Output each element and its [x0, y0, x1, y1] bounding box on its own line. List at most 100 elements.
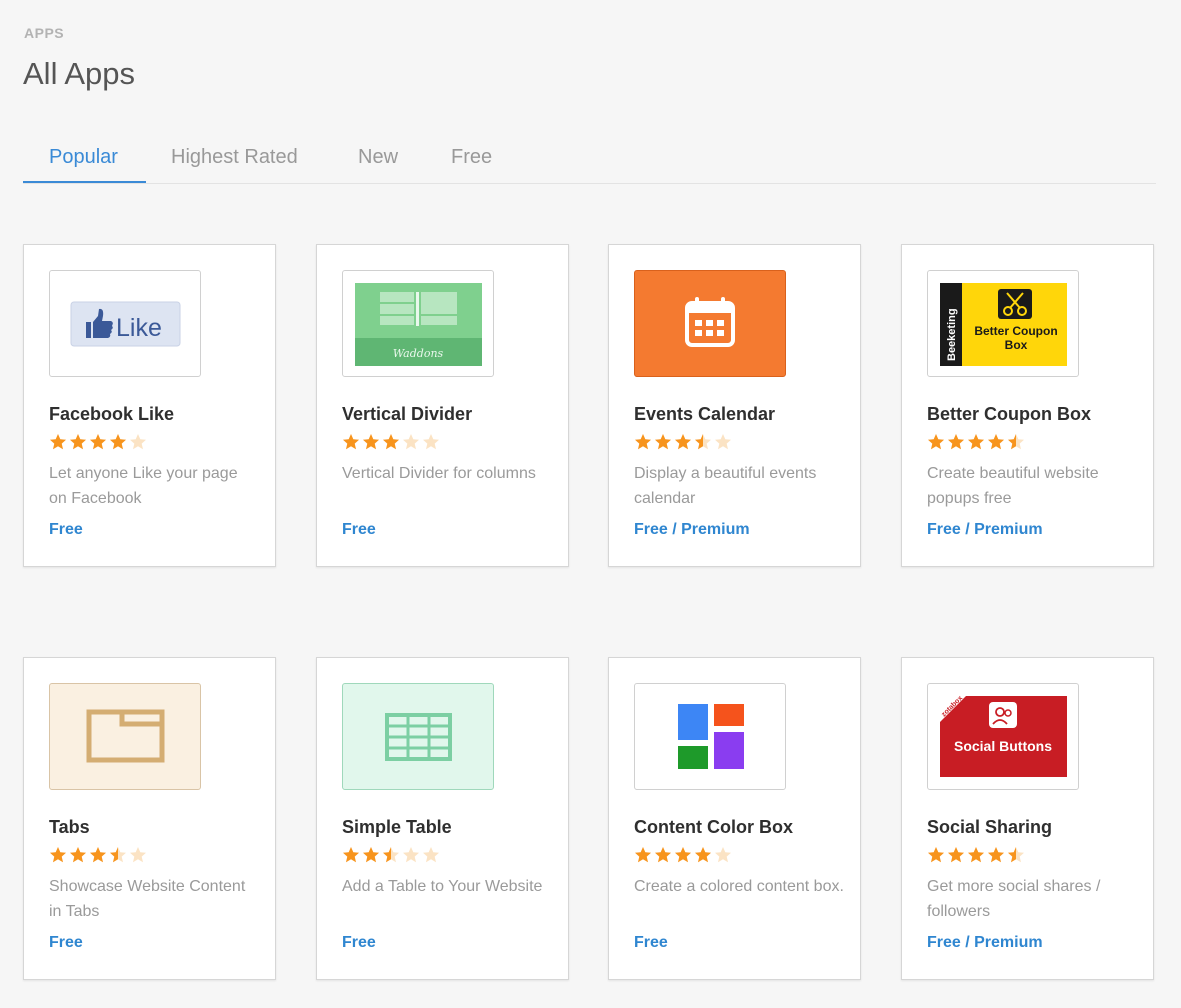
star-icon	[655, 434, 671, 450]
star-icon	[635, 434, 651, 450]
page-title: All Apps	[23, 56, 136, 91]
app-card[interactable]: Content Color Box Create a colored conte…	[608, 657, 861, 980]
star-icon	[70, 434, 86, 450]
star-icon	[1008, 847, 1024, 863]
tab-popular[interactable]: Popular	[49, 132, 118, 182]
app-card[interactable]: Events Calendar Display a beautiful even…	[608, 244, 861, 567]
star-icon	[383, 434, 399, 450]
tabs-icon	[86, 709, 165, 763]
star-icon	[988, 434, 1004, 450]
facebook-like-logo-icon: Like	[70, 301, 181, 347]
app-name[interactable]: Vertical Divider	[342, 404, 472, 425]
app-name[interactable]: Content Color Box	[634, 817, 793, 838]
star-icon	[695, 434, 711, 450]
star-icon	[70, 847, 86, 863]
app-name[interactable]: Social Sharing	[927, 817, 1052, 838]
app-thumbnail: Waddons	[342, 270, 494, 377]
star-icon	[383, 847, 399, 863]
rating-stars	[634, 846, 734, 864]
app-card[interactable]: Beeketing Better Coupon Box Better Coupo…	[901, 244, 1154, 567]
rating-stars	[49, 846, 149, 864]
table-grid-icon	[385, 713, 452, 761]
star-icon	[130, 847, 146, 863]
stars-svg	[343, 434, 439, 450]
svg-text:Social Buttons: Social Buttons	[954, 738, 1052, 754]
star-icon	[715, 847, 731, 863]
star-icon	[403, 847, 419, 863]
stars-svg	[50, 434, 146, 450]
app-price: Free / Premium	[927, 934, 1043, 951]
svg-text:Like: Like	[116, 314, 162, 342]
app-thumbnail	[634, 270, 786, 377]
star-icon	[363, 847, 379, 863]
star-icon	[928, 847, 944, 863]
rating-stars	[342, 846, 442, 864]
star-icon	[635, 847, 651, 863]
social-buttons-icon: zotabox Social Buttons	[940, 695, 1067, 777]
star-icon	[928, 434, 944, 450]
star-icon	[948, 847, 964, 863]
app-card[interactable]: Like Facebook Like Let anyone Like your …	[23, 244, 276, 567]
stars-svg	[635, 847, 731, 863]
app-description: Showcase Website Content in Tabs	[49, 878, 246, 920]
tab-new[interactable]: New	[358, 132, 398, 182]
app-description: Get more social shares / followers	[927, 878, 1101, 920]
stars-svg	[635, 434, 731, 450]
svg-text:Waddons: Waddons	[393, 347, 444, 360]
app-description: Vertical Divider for columns	[342, 465, 536, 482]
app-card[interactable]: zotabox Social Buttons Social Sharing Ge…	[901, 657, 1154, 980]
category-tabs: Popular Highest Rated New Free	[23, 132, 1156, 184]
app-price: Free	[634, 934, 668, 951]
star-icon	[948, 434, 964, 450]
star-icon	[968, 434, 984, 450]
app-thumbnail: Beeketing Better Coupon Box	[927, 270, 1079, 377]
rating-stars	[342, 433, 442, 451]
star-icon	[715, 434, 731, 450]
app-description: Create beautiful website popups free	[927, 465, 1099, 507]
stars-svg	[928, 847, 1024, 863]
calendar-icon	[685, 297, 735, 347]
star-icon	[423, 434, 439, 450]
star-icon	[110, 434, 126, 450]
tab-highest-rated[interactable]: Highest Rated	[171, 132, 298, 182]
app-card[interactable]: Tabs Showcase Website Content in Tabs Fr…	[23, 657, 276, 980]
app-description: Display a beautiful events calendar	[634, 465, 817, 507]
star-icon	[90, 847, 106, 863]
coupon-scissors-icon: Beeketing Better Coupon Box	[940, 283, 1067, 366]
waddons-divider-thumbnail-icon: Waddons	[355, 283, 482, 366]
breadcrumb: APPS	[24, 25, 65, 41]
star-icon	[343, 434, 359, 450]
svg-text:Beeketing: Beeketing	[946, 308, 958, 361]
star-icon	[343, 847, 359, 863]
star-icon	[695, 847, 711, 863]
star-icon	[403, 434, 419, 450]
app-price: Free / Premium	[634, 521, 750, 538]
stars-svg	[928, 434, 1024, 450]
stars-svg	[343, 847, 439, 863]
star-icon	[655, 847, 671, 863]
app-name[interactable]: Simple Table	[342, 817, 452, 838]
app-name[interactable]: Better Coupon Box	[927, 404, 1091, 425]
app-card[interactable]: Waddons Vertical Divider Vertical Divide…	[316, 244, 569, 567]
star-icon	[90, 434, 106, 450]
star-icon	[50, 847, 66, 863]
color-blocks-icon	[678, 704, 744, 769]
app-price: Free / Premium	[927, 521, 1043, 538]
star-icon	[968, 847, 984, 863]
app-card[interactable]: Simple Table Add a Table to Your Website…	[316, 657, 569, 980]
app-name[interactable]: Events Calendar	[634, 404, 775, 425]
app-price: Free	[342, 521, 376, 538]
app-price: Free	[342, 934, 376, 951]
star-icon	[423, 847, 439, 863]
app-description: Let anyone Like your page on Facebook	[49, 465, 238, 507]
app-price: Free	[49, 521, 83, 538]
app-name[interactable]: Tabs	[49, 817, 90, 838]
star-icon	[363, 434, 379, 450]
rating-stars	[927, 846, 1027, 864]
active-tab-indicator	[23, 181, 146, 183]
star-icon	[1008, 434, 1024, 450]
app-thumbnail: Like	[49, 270, 201, 377]
app-name[interactable]: Facebook Like	[49, 404, 174, 425]
tab-free[interactable]: Free	[451, 132, 492, 182]
app-price: Free	[49, 934, 83, 951]
